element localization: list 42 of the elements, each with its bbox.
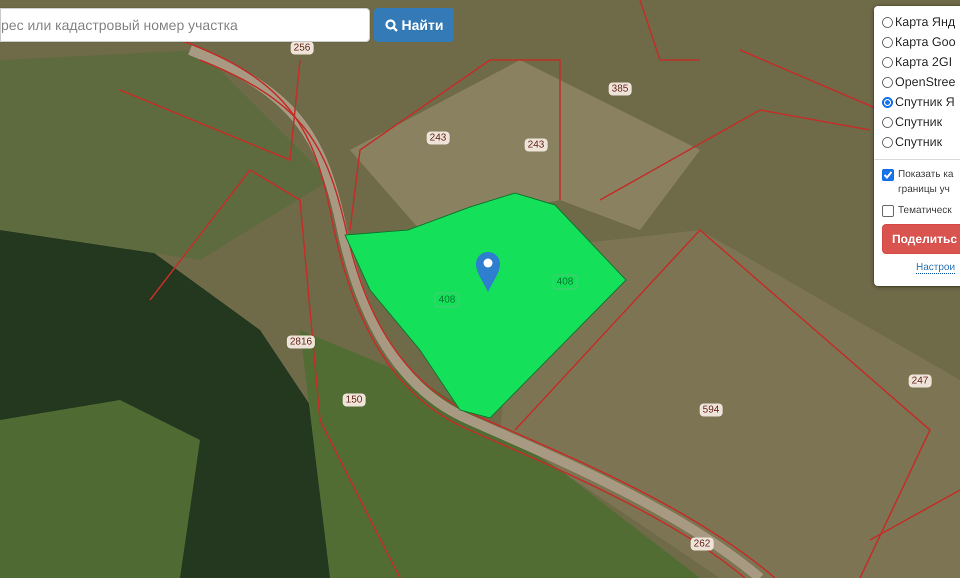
radio-button[interactable]	[882, 116, 893, 128]
checkbox-label: Тематическ	[898, 204, 952, 218]
parcel-number: 408	[434, 292, 460, 308]
checkbox[interactable]	[882, 205, 894, 217]
parcel-number: 256	[290, 42, 314, 54]
layer-label: OpenStree	[895, 75, 956, 89]
checkbox-label: Показать ка границы уч	[898, 168, 954, 197]
share-button[interactable]: Поделитьс	[882, 224, 960, 254]
search-icon	[384, 18, 398, 32]
checkbox[interactable]	[882, 169, 894, 181]
map-layer-option[interactable]: OpenStree	[882, 72, 960, 92]
search-button[interactable]: Найти	[374, 8, 454, 42]
parcel-number: 243	[524, 138, 548, 152]
parcel-number: 385	[608, 82, 632, 96]
settings-link[interactable]: Настрои	[916, 262, 956, 274]
map-layer-option[interactable]: Спутник	[882, 112, 960, 132]
map-layer-option[interactable]: Карта 2GI	[882, 52, 960, 72]
radio-button[interactable]	[882, 36, 893, 48]
radio-button[interactable]	[882, 96, 893, 108]
parcel-number: 594	[700, 404, 722, 416]
map-layer-option[interactable]: Спутник Я	[882, 92, 960, 112]
layer-label: Спутник	[895, 115, 942, 129]
map-pin-icon[interactable]	[476, 252, 500, 292]
map-layer-option[interactable]: Карта Янд	[882, 12, 960, 32]
radio-button[interactable]	[882, 76, 893, 88]
radio-button[interactable]	[882, 56, 893, 68]
radio-button[interactable]	[882, 16, 893, 28]
parcel-number: 2816	[286, 336, 316, 348]
map-layer-option[interactable]: Спутник	[882, 132, 960, 152]
map-layer-option[interactable]: Карта Goo	[882, 32, 960, 52]
layer-label: Карта 2GI	[895, 55, 952, 69]
search-field[interactable]: рес или кадастровый номер участка	[0, 8, 370, 42]
parcel-number: 262	[690, 538, 714, 550]
radio-button[interactable]	[882, 136, 893, 148]
parcel-number: 243	[426, 132, 450, 144]
layer-label: Карта Янд	[895, 15, 956, 29]
layer-label: Спутник Я	[895, 95, 955, 109]
parcel-number: 247	[908, 374, 932, 388]
layer-label: Спутник	[895, 135, 942, 149]
parcel-number: 408	[552, 274, 578, 290]
parcel-number: 150	[342, 394, 366, 406]
layer-label: Карта Goo	[895, 35, 956, 49]
